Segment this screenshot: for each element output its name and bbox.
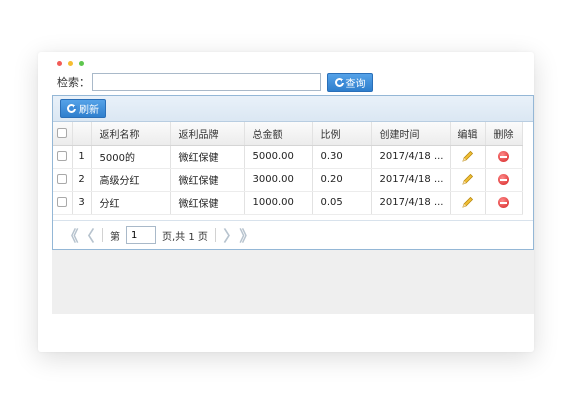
last-page-icon[interactable]: 》 (239, 225, 255, 246)
grid-table: 返利名称 返利品牌 总金额 比例 创建时间 编辑 删除 1 5000的 微红保健… (53, 122, 523, 215)
delete-icon[interactable] (498, 150, 509, 162)
page-number-input[interactable] (126, 226, 156, 244)
pager-divider (102, 228, 103, 242)
rownum-header (72, 122, 92, 146)
cell-brand: 微红保健 (170, 145, 245, 169)
page-label-after: 页,共 1 页 (162, 231, 208, 243)
next-page-icon[interactable]: 〉 (223, 225, 239, 246)
first-page-icon[interactable]: 《 (63, 225, 79, 246)
refresh-button-label: 刷新 (79, 105, 99, 116)
column-header-name[interactable]: 返利名称 (91, 122, 171, 146)
delete-cell (485, 191, 523, 215)
column-header-brand[interactable]: 返利品牌 (170, 122, 245, 146)
row-checkbox[interactable] (57, 174, 68, 184)
table-row[interactable]: 2 高级分红 微红保健 3000.00 0.20 2017/4/18 ... (53, 168, 523, 192)
edit-cell (450, 191, 486, 215)
row-checkbox-cell (53, 191, 73, 215)
row-number: 3 (72, 191, 92, 215)
select-all-cell (53, 122, 73, 146)
column-header-edit: 编辑 (450, 122, 486, 146)
edit-cell (450, 145, 486, 169)
close-dot[interactable] (57, 61, 62, 66)
query-button-label: 查询 (345, 78, 366, 90)
cell-amount: 5000.00 (244, 145, 313, 169)
page-label-before: 第 (110, 231, 120, 243)
pencil-icon[interactable] (461, 173, 474, 186)
cell-created: 2017/4/18 ... (371, 168, 451, 192)
column-header-delete: 删除 (485, 122, 523, 146)
delete-cell (485, 168, 523, 192)
cell-ratio: 0.30 (312, 145, 372, 169)
pager-divider (214, 228, 216, 242)
search-label: 检索： (57, 76, 90, 89)
minimize-dot[interactable] (68, 61, 73, 66)
cell-ratio: 0.20 (312, 168, 372, 192)
cell-name: 分红 (91, 191, 171, 215)
table-row[interactable]: 3 分红 微红保健 1000.00 0.05 2017/4/18 ... (53, 191, 523, 215)
edit-cell (450, 168, 486, 192)
column-header-created[interactable]: 创建时间 (371, 122, 451, 146)
cell-brand: 微红保健 (170, 168, 245, 192)
delete-icon[interactable] (498, 196, 509, 208)
refresh-icon (67, 104, 77, 113)
search-bar: 检索： 查询 (57, 72, 373, 92)
refresh-button[interactable]: 刷新 (60, 99, 106, 118)
data-grid: 刷新 返利名称 返利品牌 总金额 比例 创建时间 编辑 删除 1 5000的 微… (52, 95, 534, 250)
empty-content-area (52, 250, 534, 314)
row-checkbox[interactable] (57, 151, 68, 161)
select-all-checkbox[interactable] (57, 127, 68, 138)
cell-amount: 3000.00 (244, 168, 313, 192)
delete-cell (485, 145, 523, 169)
row-checkbox[interactable] (57, 197, 68, 207)
maximize-dot[interactable] (79, 61, 84, 66)
cell-created: 2017/4/18 ... (371, 145, 451, 169)
prev-page-icon[interactable]: 〈 (79, 225, 95, 246)
cell-created: 2017/4/18 ... (371, 191, 451, 215)
cell-amount: 1000.00 (244, 191, 313, 215)
row-checkbox-cell (53, 168, 73, 192)
grid-toolbar: 刷新 (53, 96, 533, 122)
window-controls (57, 61, 84, 66)
pencil-icon[interactable] (461, 196, 474, 209)
cell-brand: 微红保健 (170, 191, 245, 215)
row-number: 1 (72, 145, 92, 169)
table-row[interactable]: 1 5000的 微红保健 5000.00 0.30 2017/4/18 ... (53, 145, 523, 169)
search-input[interactable] (92, 73, 321, 91)
column-header-ratio[interactable]: 比例 (312, 122, 372, 146)
row-checkbox-cell (53, 145, 73, 169)
column-header-amount[interactable]: 总金额 (244, 122, 313, 146)
query-button[interactable]: 查询 (327, 72, 373, 92)
pencil-icon[interactable] (461, 150, 474, 163)
search-icon (334, 77, 345, 87)
pagination-bar: 《 〈 第 页,共 1 页 〉 》 (53, 220, 533, 249)
cell-ratio: 0.05 (312, 191, 372, 215)
app-window: 检索： 查询 刷新 返利名称 返利品牌 总金额 比例 创建时间 编辑 删除 1 … (38, 52, 534, 352)
cell-name: 5000的 (91, 145, 171, 169)
delete-icon[interactable] (498, 173, 509, 185)
header-row: 返利名称 返利品牌 总金额 比例 创建时间 编辑 删除 (53, 122, 523, 146)
cell-name: 高级分红 (91, 168, 171, 192)
row-number: 2 (72, 168, 92, 192)
